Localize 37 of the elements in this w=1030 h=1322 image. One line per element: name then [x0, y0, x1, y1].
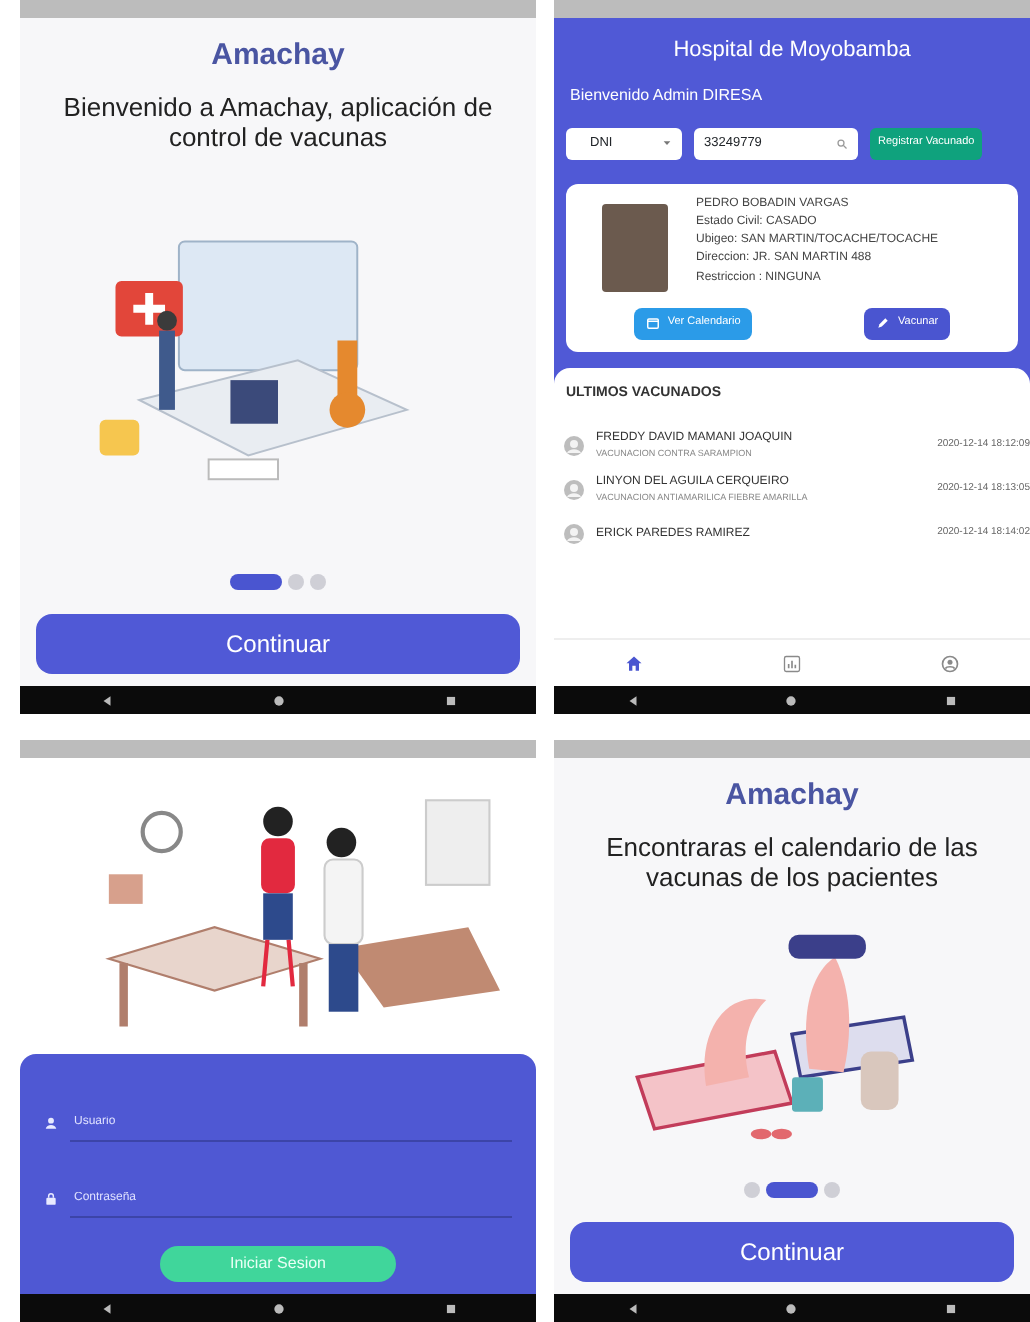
back-icon[interactable]: [99, 1301, 113, 1315]
continue-button[interactable]: Continuar: [36, 614, 520, 674]
recents-icon[interactable]: [443, 693, 457, 707]
back-icon[interactable]: [99, 693, 113, 707]
home-icon[interactable]: [784, 693, 799, 707]
pencil-icon: [876, 316, 891, 330]
page-indicator-dot[interactable]: [288, 574, 304, 590]
calendar-icon: [645, 316, 660, 330]
user-icon: [44, 1115, 58, 1129]
welcome-text: Bienvenido Admin DIRESA: [570, 83, 765, 107]
home-icon[interactable]: [271, 1301, 285, 1315]
lock-icon: [44, 1191, 58, 1205]
avatar-icon: [562, 522, 586, 546]
page-indicator-dot[interactable]: [824, 1182, 840, 1198]
back-icon[interactable]: [626, 1301, 641, 1315]
home-icon[interactable]: [623, 653, 644, 673]
app-title: Amachay: [209, 36, 347, 76]
chart-icon[interactable]: [781, 653, 802, 673]
page-indicator-dot[interactable]: [744, 1182, 760, 1198]
recents-icon[interactable]: [943, 693, 958, 707]
photo-placeholder: [602, 203, 668, 291]
avatar-icon: [562, 478, 586, 502]
recents-icon[interactable]: [943, 1301, 958, 1315]
back-icon[interactable]: [626, 693, 641, 707]
app-title: Amachay: [723, 776, 861, 816]
welcome-text: Encontraras el calendario de las vacunas de los pacientes: [604, 831, 980, 894]
search-icon[interactable]: [836, 137, 848, 149]
recents-icon[interactable]: [443, 1301, 457, 1315]
continue-button[interactable]: Continuar: [570, 1222, 1014, 1282]
home-icon[interactable]: [784, 1301, 799, 1315]
home-icon[interactable]: [271, 693, 285, 707]
welcome-text: Bienvenido a Amachay, aplicación de control de vacunas: [61, 91, 495, 154]
page-indicator-dot[interactable]: [310, 574, 326, 590]
caret-icon: [662, 138, 672, 148]
avatar-icon: [562, 434, 586, 458]
hospital-title: Hospital de Moyobamba: [671, 36, 913, 66]
account-icon[interactable]: [940, 653, 961, 673]
